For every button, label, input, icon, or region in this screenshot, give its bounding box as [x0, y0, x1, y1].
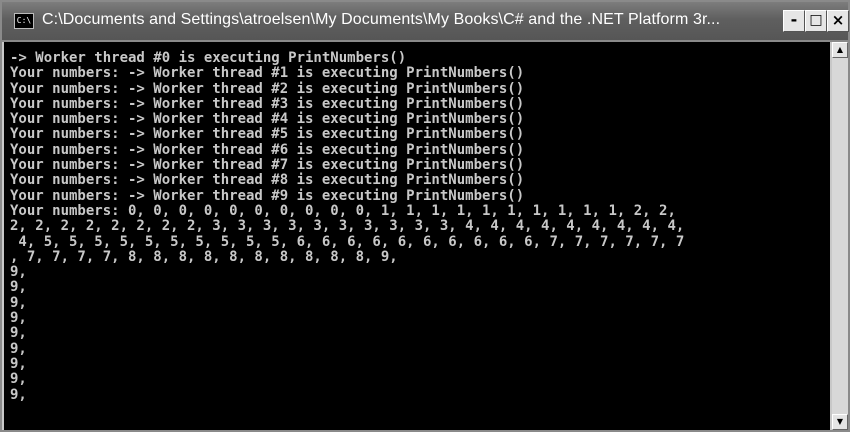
console-line: 9, [10, 310, 27, 327]
console-line: Your numbers: -> Worker thread #5 is exe… [10, 126, 525, 143]
maximize-button[interactable]: □ [805, 10, 827, 32]
console-line: Your numbers: -> Worker thread #8 is exe… [10, 172, 525, 189]
scroll-up-arrow-icon[interactable]: ▲ [832, 42, 848, 58]
console-line: 9, [10, 279, 27, 296]
console-line: Your numbers: -> Worker thread #2 is exe… [10, 80, 525, 97]
console-line: Your numbers: -> Worker thread #6 is exe… [10, 141, 525, 158]
console-line: 9, [10, 371, 27, 388]
console-line: 2, 2, 2, 2, 2, 2, 2, 2, 3, 3, 3, 3, 3, 3… [10, 218, 685, 235]
console-line: , 7, 7, 7, 7, 8, 8, 8, 8, 8, 8, 8, 8, 8,… [10, 248, 398, 265]
console-line: 9, [10, 340, 27, 357]
console-line: 9, [10, 264, 27, 281]
console-window: C:\ C:\Documents and Settings\atroelsen\… [0, 0, 850, 432]
cmd-icon[interactable]: C:\ [14, 13, 34, 29]
console-output[interactable]: -> Worker thread #0 is executing PrintNu… [4, 42, 830, 430]
console-line: Your numbers: 0, 0, 0, 0, 0, 0, 0, 0, 0,… [10, 202, 676, 219]
console-line: -> Worker thread #0 is executing PrintNu… [10, 50, 407, 66]
console-line: 9, [10, 355, 27, 372]
console-line: 9, [10, 325, 27, 342]
minimize-button[interactable]: - [783, 10, 805, 32]
title-bar[interactable]: C:\ C:\Documents and Settings\atroelsen\… [2, 2, 849, 42]
console-line: Your numbers: -> Worker thread #1 is exe… [10, 65, 525, 82]
console-line: Your numbers: -> Worker thread #3 is exe… [10, 95, 525, 112]
console-line: Your numbers: -> Worker thread #9 is exe… [10, 187, 525, 204]
console-line: 4, 5, 5, 5, 5, 5, 5, 5, 5, 5, 5, 6, 6, 6… [10, 233, 685, 250]
console-line: 9, [10, 386, 27, 403]
console-text: -> Worker thread #0 is executing PrintNu… [4, 42, 830, 403]
scroll-down-arrow-icon[interactable]: ▼ [832, 414, 848, 430]
close-button[interactable]: × [827, 10, 849, 32]
console-line: Your numbers: -> Worker thread #4 is exe… [10, 111, 525, 128]
window-title: C:\Documents and Settings\atroelsen\My D… [42, 11, 721, 28]
console-line: Your numbers: -> Worker thread #7 is exe… [10, 157, 525, 174]
vertical-scrollbar[interactable]: ▲ ▼ [832, 42, 848, 430]
console-line: 9, [10, 294, 27, 311]
